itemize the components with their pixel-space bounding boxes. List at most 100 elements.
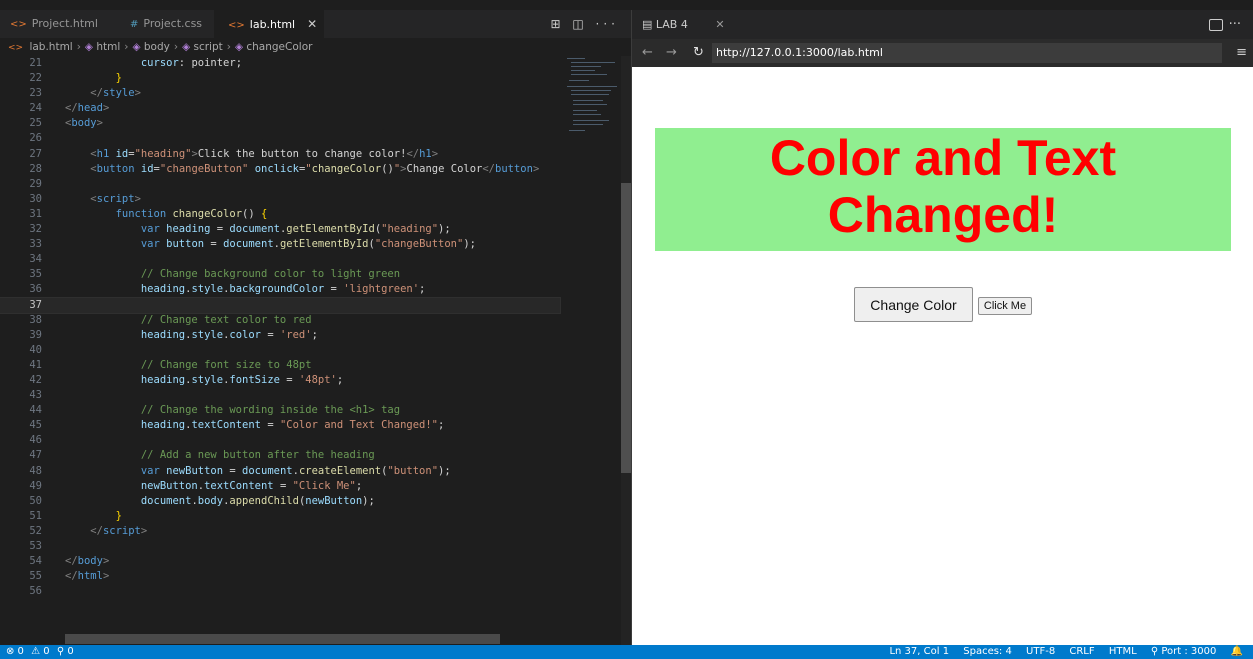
code-token: > [102,555,110,568]
back-arrow-icon[interactable]: ← [642,39,653,67]
code-line[interactable]: 39 heading.style.color = 'red'; [0,328,560,343]
breadcrumb-item-function[interactable]: changeColor [246,41,312,53]
line-ending[interactable]: CRLF [1069,646,1094,657]
indentation[interactable]: Spaces: 4 [963,646,1012,657]
code-line[interactable]: 34 [0,252,560,267]
language-mode[interactable]: HTML [1109,646,1137,657]
code-line[interactable]: 46 [0,433,560,448]
url-input[interactable]: http://127.0.0.1:3000/lab.html [712,43,1222,63]
click-me-button[interactable]: Click Me [978,297,1032,315]
code-line[interactable]: 42 heading.style.fontSize = '48pt'; [0,373,560,388]
code-line[interactable]: 45 heading.textContent = "Color and Text… [0,418,560,433]
code-line[interactable]: 55 </html> [0,569,560,584]
code-line[interactable]: 29 [0,177,560,192]
code-line[interactable]: 54 </body> [0,554,560,569]
ports-indicator[interactable]: ⚲ 0 [57,646,74,657]
code-line[interactable]: 24 </head> [0,101,560,116]
code-line[interactable]: 51 } [0,509,560,524]
code-token: </ [65,570,78,583]
browser-actions: ··· [1208,10,1241,39]
code-area[interactable]: 21 cursor: pointer; 22 } 23 </style> 24 </he… [0,56,561,599]
code-editor[interactable]: <> Project.html # Project.css <> lab.html ✕ … [0,0,631,645]
line-number: 27 [29,147,42,160]
live-server-port[interactable]: ⚲ Port : 3000 [1151,646,1217,657]
code-line[interactable]: 32 var heading = document.getElementById… [0,222,560,237]
code-line[interactable]: 50 document.body.appendChild(newButton); [0,494,560,509]
close-icon[interactable]: ✕ [715,18,724,31]
line-content: </head> [65,101,109,116]
code-line[interactable]: 40 [0,343,560,358]
breadcrumb-item-script[interactable]: script [193,41,222,53]
code-line[interactable]: 21 cursor: pointer; [0,56,560,71]
code-line[interactable]: 44 // Change the wording inside the <h1>… [0,403,560,418]
editor-actions[interactable]: ⊞ ◫ ··· [551,10,619,38]
code-line[interactable]: 26 [0,131,560,146]
code-token: heading [140,283,186,296]
browser-tab-bar: ▤ LAB 4 ✕ ··· [632,10,1253,39]
code-line[interactable]: 35 // Change background color to light g… [0,267,560,282]
code-line[interactable]: 30 <script> [0,192,560,207]
code-line[interactable]: 41 // Change font size to 48pt [0,358,560,373]
code-token: </ [90,87,103,100]
warnings-indicator[interactable]: ⚠ 0 [31,646,50,657]
code-token: 'red' [279,328,312,341]
line-number: 44 [29,404,42,417]
vertical-scrollbar[interactable] [621,56,631,645]
code-line[interactable]: 52 </script> [0,524,560,539]
code-line[interactable]: 56 [0,584,560,599]
tab-project-css[interactable]: # Project.css [130,10,202,38]
code-line[interactable]: 36 heading.style.backgroundColor = 'ligh… [0,282,560,297]
code-line[interactable]: 38 // Change text color to red [0,313,560,328]
cursor-position[interactable]: Ln 37, Col 1 [889,646,949,657]
code-line[interactable]: 31 function changeColor() { [0,207,560,222]
line-content: newButton.textContent = "Click Me"; [65,479,362,494]
bell-icon[interactable]: 🔔 [1231,646,1243,657]
breadcrumb-item-body[interactable]: body [144,41,170,53]
breadcrumb-item-file[interactable]: lab.html [29,41,72,53]
change-color-button[interactable]: Change Color [854,287,973,322]
tab-lab-html[interactable]: <> lab.html ✕ [214,10,324,38]
code-line[interactable]: 33 var button = document.getElementById(… [0,237,560,252]
tab-label: Project.css [143,17,203,30]
code-token: = [204,238,224,251]
errors-indicator[interactable]: ⊗ 0 [6,646,24,657]
code-token: "changeButton" [159,162,249,175]
code-token: heading [140,373,186,386]
code-line[interactable]: 37 [0,296,561,314]
code-line[interactable]: 47 // Add a new button after the heading [0,448,560,463]
line-number: 40 [29,343,42,356]
code-line[interactable]: 49 newButton.textContent = "Click Me"; [0,479,560,494]
code-line[interactable]: 48 var newButton = document.createElemen… [0,464,560,479]
close-icon[interactable]: ✕ [307,17,317,31]
line-number: 55 [29,570,42,583]
code-line[interactable]: 43 [0,388,560,403]
breadcrumb-item-html[interactable]: html [96,41,120,53]
code-line[interactable]: 23 </style> [0,86,560,101]
account-icon[interactable] [1208,18,1223,31]
code-line[interactable]: 27 <h1 id="heading">Click the button to … [0,147,560,162]
code-line[interactable]: 28 <button id="changeButton" onclick="ch… [0,162,560,177]
tab-lab-4[interactable]: ▤ LAB 4 ✕ [642,10,725,39]
reload-icon[interactable]: ↻ [693,39,704,67]
forward-arrow-icon[interactable]: → [666,39,677,67]
code-token: style [191,328,224,341]
more-actions-icon[interactable]: ··· [1229,17,1241,32]
encoding[interactable]: UTF-8 [1026,646,1055,657]
code-token: script [96,192,135,205]
html-file-icon: <> [10,19,27,30]
horizontal-scrollbar[interactable] [65,634,500,644]
code-line[interactable]: 25 <body> [0,116,560,131]
minimap[interactable] [563,56,621,136]
code-line[interactable]: 22 } [0,71,560,86]
line-content: </style> [65,86,141,101]
tab-project-html[interactable]: <> Project.html [10,10,98,38]
line-content: var heading = document.getElementById("h… [65,222,451,237]
chevron-right-icon: › [226,41,231,53]
line-content: heading.style.color = 'red'; [65,328,318,343]
code-line[interactable]: 53 [0,539,560,554]
scrollbar-thumb[interactable] [621,183,631,473]
status-left[interactable]: ⊗ 0 ⚠ 0 ⚲ 0 [6,645,78,659]
menu-icon[interactable]: ≡ [1236,39,1247,67]
